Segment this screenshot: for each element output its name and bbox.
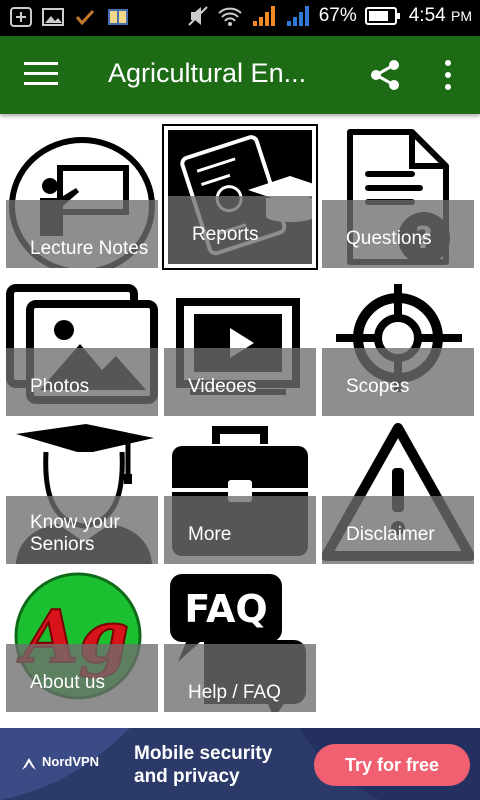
tile-label: Photos — [30, 376, 90, 397]
tile-know-your-seniors[interactable]: Know your Seniors — [6, 422, 158, 564]
tile-videos[interactable]: Videoes — [164, 274, 316, 416]
ad-cta-button[interactable]: Try for free — [314, 744, 470, 786]
svg-text:FAQ: FAQ — [184, 587, 267, 631]
tile-label: Videoes — [188, 376, 257, 397]
share-icon[interactable] — [368, 58, 402, 92]
mute-icon — [187, 6, 208, 26]
check-notification-icon — [75, 9, 95, 26]
ad-brand: NordVPN — [42, 754, 100, 769]
tile-label: Help / FAQ — [188, 682, 281, 703]
tile-label: More — [188, 524, 232, 545]
signal-sim1-icon — [252, 6, 275, 26]
clock-time: 4:54 — [408, 5, 446, 26]
tile-label: Know your Seniors — [30, 512, 120, 555]
clock: 4:54 PM — [409, 5, 472, 27]
grid-tile-partial — [6, 114, 158, 124]
ad-banner[interactable]: NordVPN Mobile security and privacy Try … — [0, 728, 480, 800]
nordvpn-logo-icon — [22, 758, 36, 770]
tile-questions[interactable]: ? Questions — [322, 126, 474, 268]
tile-help-faq[interactable]: FAQ Help / FAQ — [164, 570, 316, 712]
book-notification-icon — [108, 9, 128, 25]
clock-ampm: PM — [451, 8, 472, 24]
tile-label: About us — [30, 672, 105, 693]
battery-percent: 67% — [318, 5, 357, 26]
wifi-icon — [218, 7, 242, 26]
menu-icon[interactable] — [24, 62, 58, 88]
more-options-icon[interactable] — [438, 58, 458, 92]
tile-label: Disclaimer — [346, 524, 435, 545]
battery-icon — [364, 7, 400, 25]
app-bar: Agricultural En... — [0, 36, 480, 114]
page-title: Agricultural En... — [108, 58, 307, 88]
ad-headline: Mobile security and privacy — [134, 743, 273, 787]
status-bar: 67% 4:54 PM — [0, 0, 480, 36]
gallery-notification-icon — [42, 8, 64, 26]
tile-scopes[interactable]: Scopes — [322, 274, 474, 416]
tile-reports[interactable]: Reports — [162, 124, 318, 270]
tile-about-us[interactable]: Ag About us — [6, 570, 158, 712]
menu-grid: Lecture Notes Reports ? Questions — [0, 114, 480, 718]
tile-photos[interactable]: Photos — [6, 274, 158, 416]
signal-sim2-icon — [286, 6, 309, 26]
tile-label: Scopes — [346, 376, 410, 397]
tile-label: Questions — [346, 228, 432, 249]
tile-label: Reports — [192, 224, 259, 245]
tile-disclaimer[interactable]: Disclaimer — [322, 422, 474, 564]
tile-more[interactable]: More — [164, 422, 316, 564]
tile-label: Lecture Notes — [30, 238, 149, 259]
tile-lecture-notes[interactable]: Lecture Notes — [6, 126, 158, 268]
add-notification-icon — [10, 7, 32, 27]
